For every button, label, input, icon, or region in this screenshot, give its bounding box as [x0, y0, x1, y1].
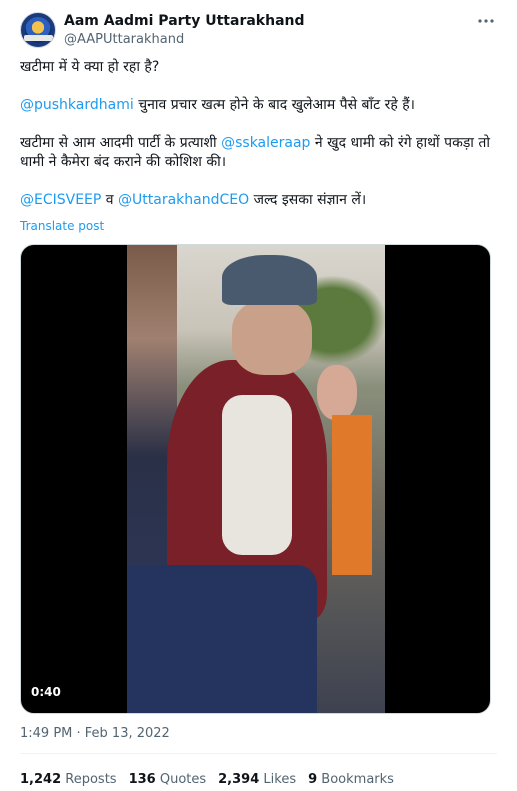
post-timestamp[interactable]: 1:49 PM · Feb 13, 2022	[20, 726, 170, 741]
mention-link[interactable]: @pushkardhami	[20, 97, 134, 113]
tweet-line: @ECISVEEP व @UttarakhandCEO जल्द इसका सं…	[20, 192, 367, 208]
mention-link[interactable]: @UttarakhandCEO	[118, 192, 249, 208]
avatar[interactable]	[20, 12, 56, 48]
tweet-line: खटीमा से आम आदमी पार्टी के प्रत्याशी @ss…	[20, 135, 490, 170]
reposts-stat[interactable]: 1,242 Reposts	[20, 772, 117, 787]
mention-link[interactable]: @sskaleraap	[221, 135, 310, 151]
account-handle[interactable]: @AAPUttarakhand	[64, 32, 184, 47]
engagement-stats: 1,242 Reposts 136 Quotes 2,394 Likes 9 B…	[20, 772, 394, 787]
mention-link[interactable]: @ECISVEEP	[20, 192, 101, 208]
quotes-stat[interactable]: 136 Quotes	[129, 772, 207, 787]
bookmarks-stat[interactable]: 9 Bookmarks	[308, 772, 394, 787]
tweet-text: खटीमा में ये क्या हो रहा है? @pushkardha…	[20, 58, 490, 210]
divider	[20, 753, 497, 754]
video-frame[interactable]	[127, 245, 385, 713]
video-player[interactable]: 0:40	[20, 244, 491, 714]
tweet-line: @pushkardhami चुनाव प्रचार खत्म होने के …	[20, 97, 415, 113]
video-duration: 0:40	[31, 685, 61, 699]
account-name[interactable]: Aam Aadmi Party Uttarakhand	[64, 13, 305, 29]
tweet-header: Aam Aadmi Party Uttarakhand @AAPUttarakh…	[20, 12, 500, 52]
translate-link[interactable]: Translate post	[20, 219, 104, 233]
tweet-line: खटीमा में ये क्या हो रहा है?	[20, 59, 160, 75]
likes-stat[interactable]: 2,394 Likes	[218, 772, 296, 787]
more-icon[interactable]	[476, 12, 496, 32]
